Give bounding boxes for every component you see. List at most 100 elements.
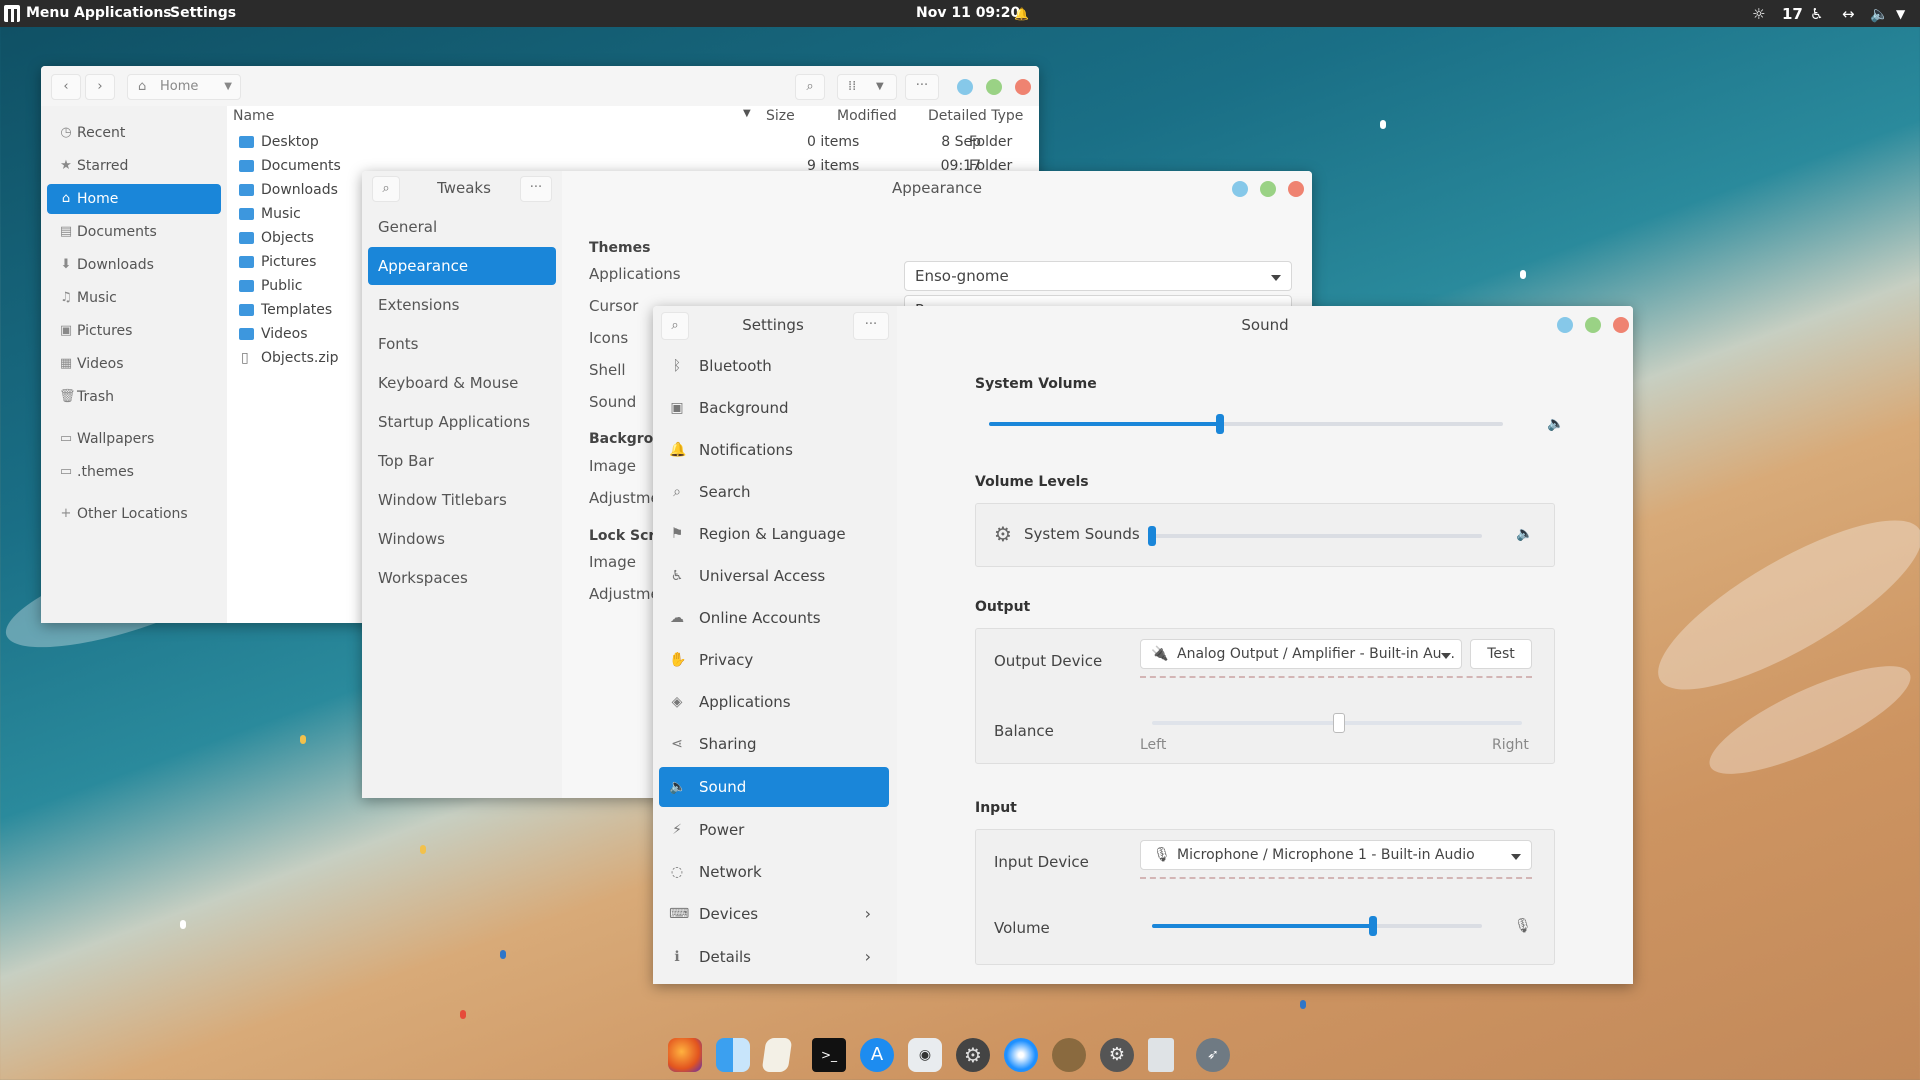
safari-icon[interactable] <box>1004 1038 1038 1072</box>
firefox-icon[interactable] <box>668 1038 702 1072</box>
star-icon: ★ <box>60 158 72 173</box>
back-button[interactable]: ‹ <box>51 74 81 100</box>
minimize-button[interactable] <box>957 79 973 95</box>
sidebar-item-starred[interactable]: ★ Starred <box>47 151 221 181</box>
settings-title: Settings <box>742 316 804 334</box>
sidebar-item-themes[interactable]: ▭ .themes <box>47 457 221 487</box>
output-device-dropdown[interactable]: 🔌 Analog Output / Amplifier - Built-in A… <box>1140 639 1462 669</box>
tweaks-item-appearance[interactable]: Appearance <box>368 247 556 285</box>
menu-button[interactable]: ··· <box>853 312 889 340</box>
trash-icon[interactable] <box>1148 1038 1174 1072</box>
accessibility-icon[interactable]: ♿ <box>1810 4 1823 24</box>
settings-gear-icon[interactable]: ⚙ <box>956 1038 990 1072</box>
applications-menu[interactable]: Applications <box>74 0 172 27</box>
app-store-icon[interactable]: A <box>860 1038 894 1072</box>
sidebar-item-universal-access[interactable]: ♿ Universal Access <box>659 556 889 596</box>
sidebar-item-applications[interactable]: ◈ Applications <box>659 682 889 722</box>
tweaks-item-extensions[interactable]: Extensions <box>368 286 556 324</box>
minimize-button[interactable] <box>1232 181 1248 197</box>
folder-icon: ▭ <box>59 431 73 446</box>
sidebar-item-details[interactable]: ℹ Details › <box>659 937 889 977</box>
tweaks-item-startup-applications[interactable]: Startup Applications <box>368 403 556 441</box>
input-device-dropdown[interactable]: 🎙 Microphone / Microphone 1 - Built-in A… <box>1140 840 1532 870</box>
search-button[interactable]: ⌕ <box>795 74 825 100</box>
column-header-name[interactable]: Name <box>233 108 274 124</box>
system-volume-slider[interactable] <box>989 414 1503 434</box>
notes-icon[interactable] <box>761 1038 793 1072</box>
close-button[interactable] <box>1015 79 1031 95</box>
tweaks-item-window-titlebars[interactable]: Window Titlebars <box>368 481 556 519</box>
search-button[interactable]: ⌕ <box>661 312 689 340</box>
sidebar-item-label: Privacy <box>699 651 754 669</box>
maximize-button[interactable] <box>1260 181 1276 197</box>
sidebar-item-notifications[interactable]: 🔔 Notifications <box>659 430 889 470</box>
forward-button[interactable]: › <box>85 74 115 100</box>
clock[interactable]: Nov 11 09:20 <box>916 0 1020 27</box>
system-sounds-slider[interactable] <box>1148 526 1482 546</box>
terminal-icon[interactable]: >_ <box>812 1038 846 1072</box>
sidebar-item-documents[interactable]: ▤ Documents <box>47 217 221 247</box>
menu-button[interactable]: ··· <box>905 74 939 100</box>
close-button[interactable] <box>1613 317 1629 333</box>
network-icon[interactable]: ↔ <box>1842 4 1855 24</box>
sort-descending-icon[interactable]: ▼ <box>743 108 751 119</box>
sidebar-item-pictures[interactable]: ▣ Pictures <box>47 316 221 346</box>
settings-menu[interactable]: Settings <box>170 0 236 27</box>
weather-icon[interactable]: ☼ <box>1752 4 1765 24</box>
sidebar-item-home[interactable]: ⌂ Home <box>47 184 221 214</box>
folder-icon <box>239 136 254 148</box>
videos-icon: ▦ <box>59 356 73 371</box>
sidebar-item-wallpapers[interactable]: ▭ Wallpapers <box>47 424 221 454</box>
menu-button[interactable]: Menu <box>26 0 69 27</box>
sidebar-item-recent[interactable]: ◷ Recent <box>47 118 221 148</box>
sidebar-item-bluetooth[interactable]: ᛒ Bluetooth <box>659 346 889 386</box>
applications-theme-dropdown[interactable]: Enso-gnome <box>904 261 1292 291</box>
tweaks-item-top-bar[interactable]: Top Bar <box>368 442 556 480</box>
sidebar-item-privacy[interactable]: ✋ Privacy <box>659 640 889 680</box>
sidebar-item-downloads[interactable]: ⬇ Downloads <box>47 250 221 280</box>
search-button[interactable]: ⌕ <box>372 176 400 202</box>
volume-icon[interactable]: 🔈 <box>1870 4 1889 24</box>
tweaks-item-fonts[interactable]: Fonts <box>368 325 556 363</box>
tweaks-item-windows[interactable]: Windows <box>368 520 556 558</box>
balance-slider[interactable] <box>1152 711 1522 735</box>
sidebar-item-online-accounts[interactable]: ☁ Online Accounts <box>659 598 889 638</box>
location-path-button[interactable]: ⌂ Home ▼ <box>127 74 241 100</box>
tweaks-item-workspaces[interactable]: Workspaces <box>368 559 556 597</box>
tweaks-item-general[interactable]: General <box>368 208 556 246</box>
sidebar-item-trash[interactable]: 🗑 Trash <box>47 382 221 412</box>
sidebar-item-search[interactable]: ⌕ Search <box>659 472 889 512</box>
minimize-button[interactable] <box>1557 317 1573 333</box>
close-button[interactable] <box>1288 181 1304 197</box>
maximize-button[interactable] <box>986 79 1002 95</box>
input-volume-slider[interactable] <box>1152 916 1482 936</box>
sidebar-item-videos[interactable]: ▦ Videos <box>47 349 221 379</box>
system-preferences-icon[interactable]: ⚙ <box>1100 1038 1134 1072</box>
launcher-icon[interactable]: ➶ <box>1196 1038 1230 1072</box>
view-toggle-button[interactable]: ⁞⁞ ▼ <box>837 74 897 100</box>
applications-label: Applications <box>589 265 681 283</box>
maximize-button[interactable] <box>1585 317 1601 333</box>
sidebar-item-sound[interactable]: 🔈 Sound <box>659 767 889 807</box>
sidebar-item-label: Music <box>77 290 117 306</box>
sidebar-item-other-locations[interactable]: + Other Locations <box>47 499 221 529</box>
sidebar-item-sharing[interactable]: ⋖ Sharing <box>659 724 889 764</box>
tweaks-item-keyboard-mouse[interactable]: Keyboard & Mouse <box>368 364 556 402</box>
column-header-modified[interactable]: Modified <box>837 108 897 124</box>
sidebar-item-devices[interactable]: ⌨ Devices › <box>659 894 889 934</box>
file-row[interactable]: Desktop 0 items 8 Sep Folder <box>231 130 1031 154</box>
menu-button[interactable]: ··· <box>520 176 552 202</box>
sidebar-item-network[interactable]: ◌ Network <box>659 852 889 892</box>
power-icon[interactable]: ▼ <box>1896 4 1905 24</box>
sidebar-item-power[interactable]: ⚡ Power <box>659 810 889 850</box>
sidebar-item-background[interactable]: ▣ Background <box>659 388 889 428</box>
column-header-type[interactable]: Detailed Type <box>928 108 1023 124</box>
sidebar-item-music[interactable]: ♫ Music <box>47 283 221 313</box>
finder-icon[interactable] <box>716 1038 750 1072</box>
screenshot-icon[interactable]: ◉ <box>908 1038 942 1072</box>
test-button[interactable]: Test <box>1470 639 1532 669</box>
gimp-icon[interactable] <box>1052 1038 1086 1072</box>
distro-logo-icon[interactable] <box>4 5 20 22</box>
sidebar-item-region-language[interactable]: ⚑ Region & Language <box>659 514 889 554</box>
column-header-size[interactable]: Size <box>766 108 795 124</box>
